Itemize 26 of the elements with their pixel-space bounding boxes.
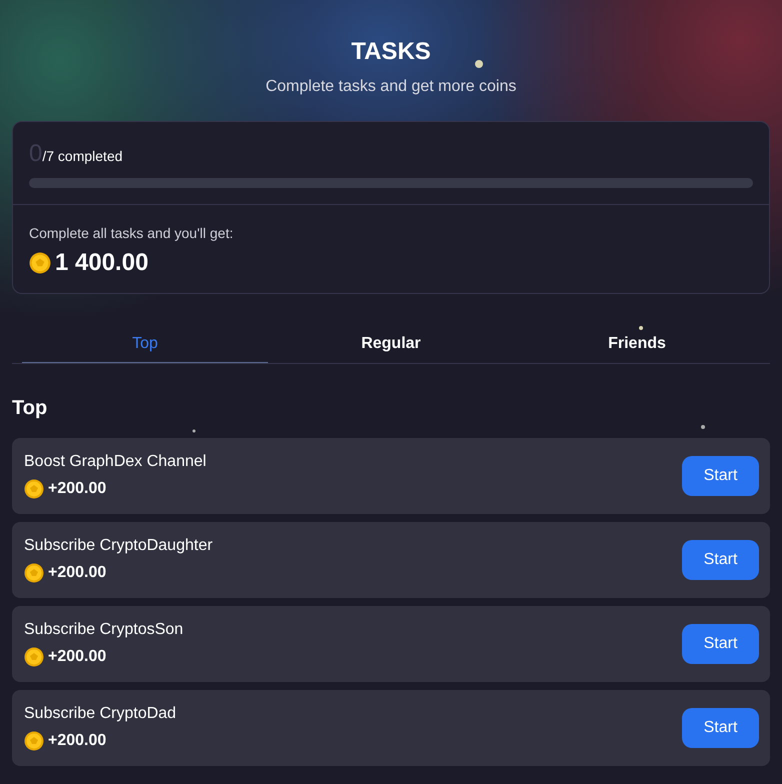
start-button[interactable]: Start [682,540,759,580]
task-reward: +200.00 [48,564,106,582]
reward-amount: 1 400.00 [55,249,148,277]
start-button[interactable]: Start [682,624,759,664]
reward-label: Complete all tasks and you'll get: [29,225,234,241]
coin-icon [24,479,44,499]
coin-icon [24,563,44,583]
task-title: Subscribe CryptosSon [24,621,184,639]
task-reward: +200.00 [48,648,106,666]
coin-icon [24,731,44,751]
start-button[interactable]: Start [682,456,759,496]
tab[interactable]: Regular [268,327,514,363]
task-reward: +200.00 [48,732,106,750]
task-title: Boost GraphDex Channel [24,453,206,471]
page-title: TASKS [350,38,432,66]
tab[interactable]: Friends [514,327,760,363]
tab[interactable]: Top [22,327,268,363]
completed-label: /7 completed [42,148,123,164]
start-button[interactable]: Start [682,708,759,748]
coin-icon [24,647,44,667]
task-title: Subscribe CryptoDaughter [24,537,213,555]
task-title: Subscribe CryptoDad [24,705,176,723]
coin-icon [29,252,51,274]
task-reward: +200.00 [48,480,106,498]
section-title: Top [12,396,48,420]
page-subtitle: Complete tasks and get more coins [264,78,518,96]
